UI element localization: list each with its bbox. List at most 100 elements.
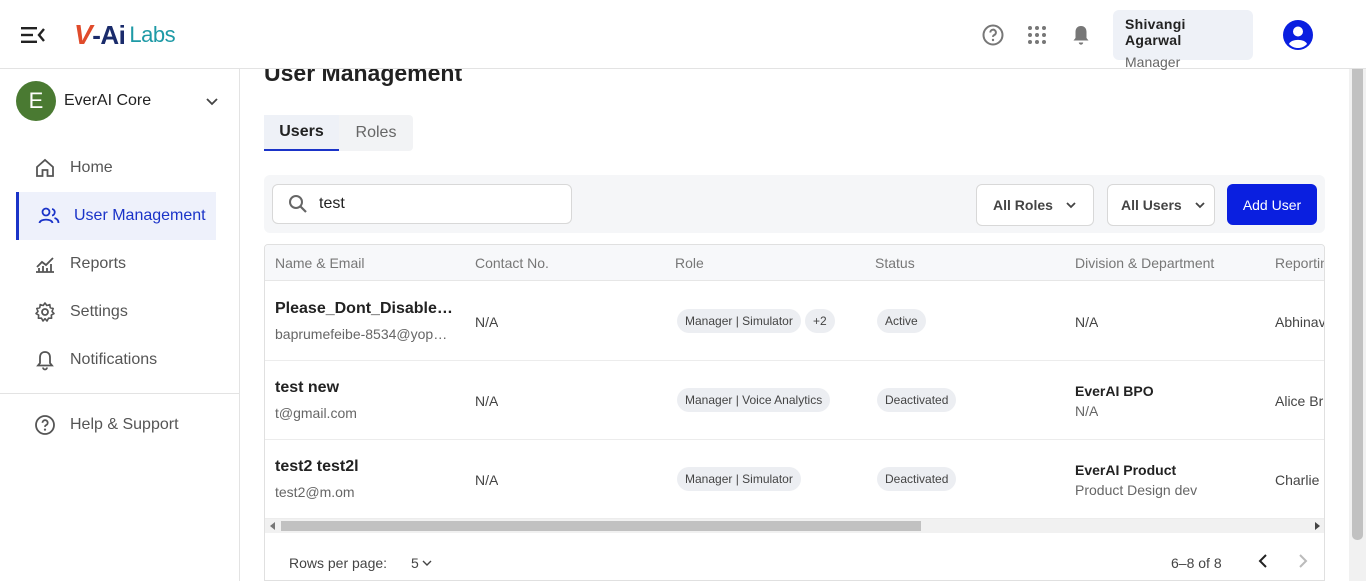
bell-icon [36, 351, 54, 371]
account-icon[interactable] [1282, 19, 1314, 51]
table-header: Name & Email Contact No. Role Status Div… [265, 245, 1324, 281]
column-header-reporting[interactable]: Reportin [1275, 255, 1324, 271]
tab-users[interactable]: Users [264, 115, 339, 151]
role-more-chip[interactable]: +2 [805, 309, 835, 333]
tabs: Users Roles [264, 115, 413, 151]
scrollbar-thumb[interactable] [1352, 40, 1363, 540]
reporting-to: Charlie [1275, 472, 1320, 488]
status-badge: Deactivated [877, 467, 957, 491]
column-header-division-department[interactable]: Division & Department [1075, 255, 1214, 271]
v-ai-labs-logo[interactable]: V -Ai Labs [74, 19, 176, 50]
table-row[interactable]: test2 test2l test2@m.om N/A Manager | Si… [265, 440, 1324, 519]
column-header-role[interactable]: Role [675, 255, 704, 271]
role-chip: Manager | Simulator [677, 467, 801, 491]
contact-number: N/A [475, 472, 499, 488]
contact-number: N/A [475, 314, 499, 330]
sidebar-item-notifications[interactable]: Notifications [16, 336, 216, 384]
chevron-down-icon [1195, 202, 1205, 209]
users-filter-dropdown[interactable]: All Users [1107, 184, 1215, 226]
logo-ai: -Ai [92, 19, 126, 50]
sidebar-item-settings[interactable]: Settings [16, 288, 216, 336]
vertical-scrollbar[interactable] [1349, 0, 1366, 581]
sidebar-item-label: Help & Support [70, 416, 179, 433]
logo-v: V [74, 19, 93, 50]
contact-number: N/A [475, 393, 499, 409]
user-email: baprumefeibe-8534@yop… [275, 326, 448, 342]
sidebar-item-label: Notifications [70, 351, 158, 368]
scroll-right-icon[interactable] [1313, 522, 1321, 530]
user-name: test2 test2l [275, 458, 359, 475]
chevron-down-icon [206, 98, 218, 106]
gear-icon [35, 302, 55, 322]
roles-filter-label: All Roles [993, 197, 1053, 213]
users-filter-label: All Users [1121, 197, 1182, 213]
menu-collapse-icon[interactable] [20, 22, 46, 48]
help-icon[interactable] [981, 23, 1005, 47]
sidebar-item-label: Home [70, 159, 113, 176]
chevron-down-icon [422, 560, 432, 566]
sidebar-item-label: User Management [74, 207, 206, 224]
status-badge: Deactivated [877, 388, 957, 412]
search-box [272, 184, 572, 224]
next-page-icon[interactable] [1293, 551, 1313, 571]
user-name: test new [275, 379, 340, 396]
sidebar-item-user-management[interactable]: User Management [16, 192, 216, 240]
column-header-name-email[interactable]: Name & Email [275, 255, 364, 271]
search-input[interactable] [319, 195, 549, 213]
department: Product Design dev [1075, 482, 1198, 498]
reporting-to: Abhinav [1275, 314, 1325, 330]
sidebar-item-home[interactable]: Home [16, 144, 216, 192]
help-icon [35, 415, 55, 435]
status-badge: Active [877, 309, 926, 333]
org-switcher[interactable]: E EverAI Core [16, 81, 226, 121]
home-icon [36, 158, 54, 177]
division: EverAI Product [1075, 462, 1177, 478]
user-role: Manager [1125, 54, 1181, 70]
rows-per-page-select[interactable]: 5 [411, 555, 433, 571]
user-profile-card[interactable]: Shivangi Agarwal Manager [1113, 10, 1253, 70]
department: N/A [1075, 403, 1099, 419]
user-email: t@gmail.com [275, 405, 357, 421]
users-table: Name & Email Contact No. Role Status Div… [264, 244, 1325, 581]
sidebar-item-label: Settings [70, 303, 128, 320]
rows-per-page-label: Rows per page: [289, 555, 388, 571]
user-email: test2@m.om [275, 484, 355, 500]
table-row[interactable]: Please_Dont_Disable… baprumefeibe-8534@y… [265, 282, 1325, 361]
apps-grid-icon[interactable] [1025, 23, 1049, 47]
user-name: Please_Dont_Disable… [275, 300, 453, 317]
division: EverAI BPO [1075, 383, 1154, 399]
role-chip: Manager | Simulator [677, 309, 801, 333]
sidebar-item-help-support[interactable]: Help & Support [16, 401, 216, 449]
org-name: EverAI Core [64, 92, 152, 109]
users-icon [38, 207, 60, 224]
rows-per-page-value: 5 [411, 555, 419, 571]
chart-icon [36, 257, 54, 273]
top-header: V -Ai Labs Shivangi Agarwal Manager [0, 0, 1366, 70]
search-icon [289, 195, 307, 213]
sidebar-divider [0, 393, 240, 394]
roles-filter-dropdown[interactable]: All Roles [976, 184, 1094, 226]
user-name: Shivangi Agarwal [1125, 16, 1186, 48]
pagination: Rows per page: 5 6–8 of 8 [265, 533, 1324, 580]
sidebar-item-reports[interactable]: Reports [16, 240, 216, 288]
filter-toolbar: All Roles All Users Add User [264, 175, 1325, 233]
previous-page-icon[interactable] [1253, 551, 1273, 571]
reporting-to: Alice Br [1275, 393, 1324, 409]
column-header-status[interactable]: Status [875, 255, 915, 271]
scrollbar-thumb[interactable] [281, 521, 921, 531]
tab-roles[interactable]: Roles [339, 115, 413, 151]
department: N/A [1075, 314, 1099, 330]
org-avatar: E [16, 81, 56, 121]
horizontal-scrollbar[interactable] [265, 519, 1324, 533]
column-header-contact[interactable]: Contact No. [475, 255, 549, 271]
sidebar-item-label: Reports [70, 255, 127, 272]
pagination-range: 6–8 of 8 [1171, 555, 1222, 571]
logo-labs: Labs [129, 22, 176, 47]
sidebar: E EverAI Core Home User Management Repor… [0, 69, 240, 581]
bell-icon[interactable] [1069, 23, 1093, 47]
scroll-left-icon[interactable] [269, 522, 277, 530]
table-row[interactable]: test new t@gmail.com N/A Manager | Voice… [265, 361, 1324, 440]
role-chip: Manager | Voice Analytics [677, 388, 831, 412]
chevron-down-icon [1066, 202, 1076, 209]
add-user-button[interactable]: Add User [1227, 184, 1317, 225]
